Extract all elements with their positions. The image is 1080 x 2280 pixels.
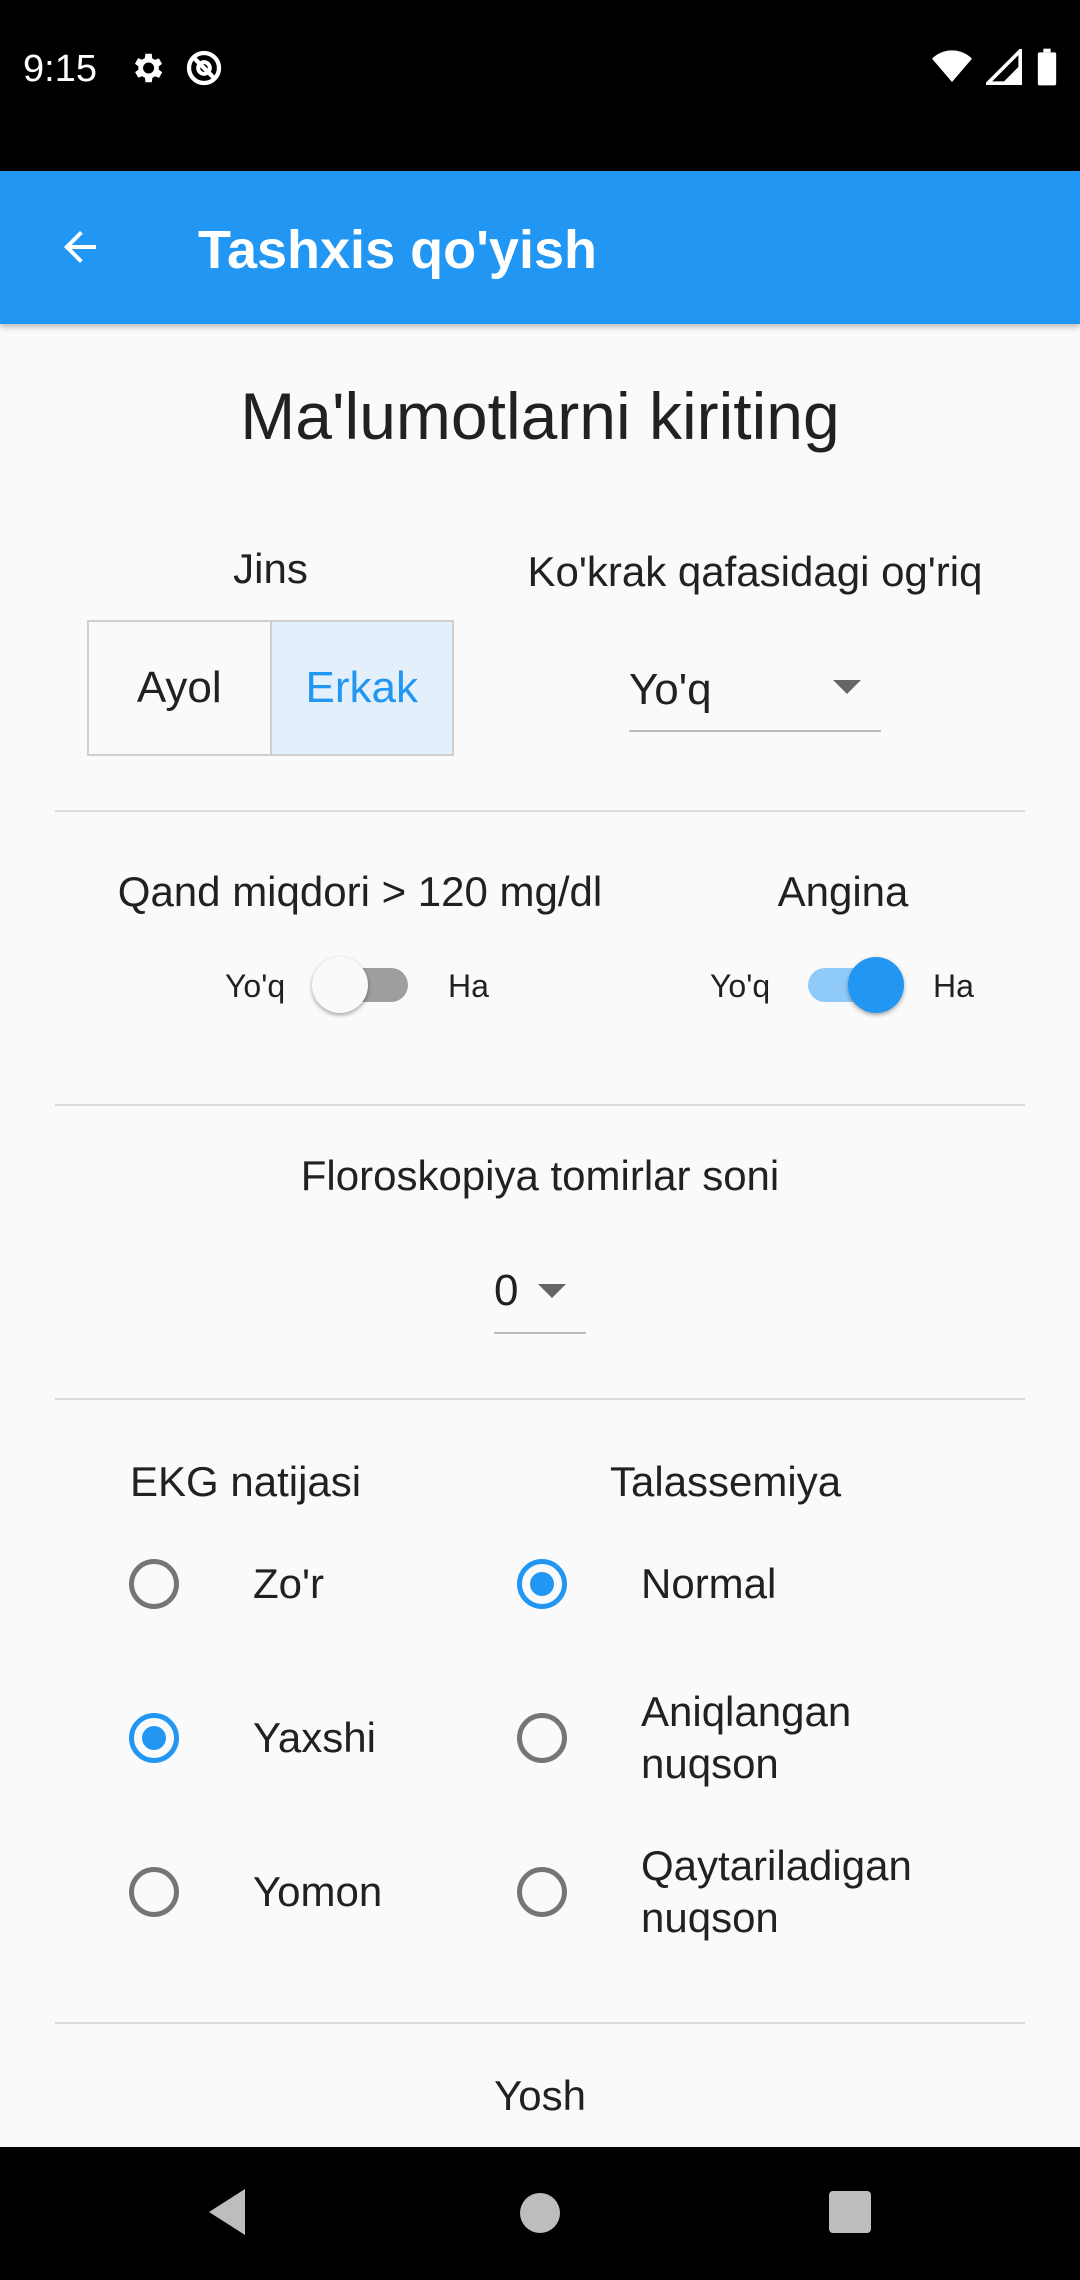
- app-title: Tashxis qo'yish: [198, 220, 597, 280]
- age-label: Yosh: [494, 2072, 586, 2119]
- settings-icon: [134, 53, 163, 83]
- ecg-option-bad: Yomon: [253, 1868, 383, 1915]
- chest-pain-dropdown[interactable]: Yo'q: [629, 650, 881, 732]
- vessels-value: 0: [494, 1266, 519, 1315]
- gender-toggle-group: Ayol Erkak: [87, 620, 454, 756]
- app-bar: Tashxis qo'yish: [0, 171, 1080, 324]
- divider: [55, 1104, 1025, 1106]
- thal-radio-normal[interactable]: [517, 1559, 567, 1609]
- wifi-icon: [932, 50, 972, 82]
- divider: [55, 1398, 1025, 1400]
- dropdown-arrow-icon: [833, 680, 861, 694]
- thal-option-reversible-defect-line1: Qaytariladigan: [641, 1842, 912, 1889]
- back-button[interactable]: [40, 207, 120, 287]
- do-not-disturb-icon: [186, 50, 222, 86]
- thal-option-fixed-defect-line1: Aniqlangan: [641, 1688, 852, 1735]
- ecg-option-good: Yaxshi: [253, 1714, 376, 1761]
- ecg-radio-excellent[interactable]: [129, 1559, 179, 1609]
- sugar-on-label: Ha: [448, 968, 489, 1004]
- thal-option-fixed-defect-line2: nuqson: [641, 1740, 779, 1787]
- divider: [55, 810, 1025, 812]
- angina-switch[interactable]: [804, 957, 904, 1013]
- battery-icon: [1037, 48, 1057, 86]
- angina-label: Angina: [777, 868, 909, 915]
- angina-off-label: Yo'q: [710, 968, 771, 1004]
- navigation-bar: [0, 2147, 1080, 2280]
- angina-on-label: Ha: [933, 968, 974, 1004]
- thal-label: Talassemiya: [610, 1458, 842, 1505]
- ecg-radio-good[interactable]: [129, 1713, 179, 1763]
- sugar-switch[interactable]: [312, 957, 412, 1013]
- gender-option-male[interactable]: Erkak: [271, 622, 452, 754]
- divider: [55, 2022, 1025, 2024]
- chest-pain-value: Yo'q: [629, 665, 712, 714]
- vessels-dropdown[interactable]: 0: [494, 1250, 586, 1334]
- vessels-label: Floroskopiya tomirlar soni: [300, 1152, 780, 1199]
- status-time: 9:15: [23, 48, 97, 90]
- nav-home-icon[interactable]: [518, 2191, 562, 2235]
- thal-option-normal: Normal: [641, 1560, 777, 1607]
- gender-option-female[interactable]: Ayol: [89, 622, 272, 754]
- thal-radio-reversible-defect[interactable]: [517, 1867, 567, 1917]
- gender-label: Jins: [233, 545, 308, 592]
- status-bar: 9:15: [0, 0, 1080, 171]
- cell-signal-icon: [986, 49, 1022, 85]
- dropdown-arrow-icon: [538, 1284, 566, 1298]
- page-heading: Ma'lumotlarni kiriting: [240, 379, 840, 453]
- nav-recents-icon[interactable]: [829, 2191, 871, 2233]
- ecg-option-excellent: Zo'r: [253, 1560, 325, 1607]
- nav-back-icon[interactable]: [205, 2187, 249, 2237]
- ecg-radio-bad[interactable]: [129, 1867, 179, 1917]
- sugar-off-label: Yo'q: [225, 968, 286, 1004]
- sugar-label: Qand miqdori > 120 mg/dl: [117, 868, 603, 915]
- thal-option-reversible-defect-line2: nuqson: [641, 1894, 779, 1941]
- thal-radio-fixed-defect[interactable]: [517, 1713, 567, 1763]
- arrow-back-icon: [64, 231, 96, 263]
- chest-pain-label: Ko'krak qafasidagi og'riq: [527, 548, 983, 595]
- ecg-label: EKG natijasi: [130, 1458, 362, 1505]
